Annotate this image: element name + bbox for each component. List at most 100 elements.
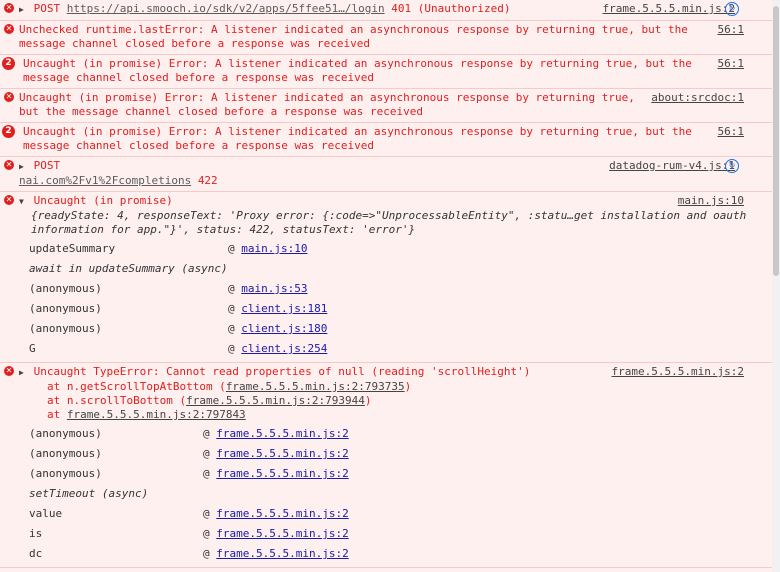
console-message-uncaught-promise-object[interactable]: ✕ ▼ Uncaught (in promise) main.js:10 {re…	[0, 192, 772, 363]
at-symbol: @	[228, 322, 242, 335]
message-text-line: message channel closed before a response…	[23, 71, 374, 84]
stack-frame-link[interactable]: frame.5.5.5.min.js:2	[216, 467, 348, 480]
console-message-uncaught-promise-srcdoc[interactable]: ✕ Uncaught (in promise) Error: A listene…	[0, 89, 772, 123]
request-method: POST	[33, 2, 61, 15]
at-symbol: @	[203, 447, 217, 460]
stack-frame-location: @ client.js:254	[228, 339, 327, 359]
stack-frame: is @ frame.5.5.5.min.js:2	[23, 524, 772, 544]
console-message-post-login[interactable]: ✕ ▶ POST https://api.smooch.io/sdk/v2/ap…	[0, 0, 772, 21]
stack-frame-location: @ frame.5.5.5.min.js:2	[203, 424, 349, 444]
message-source-link[interactable]: about:srcdoc:1	[651, 91, 744, 105]
message-text-line: message channel closed before a response…	[23, 139, 374, 152]
stack-frame-link[interactable]: main.js:10	[241, 242, 307, 255]
trace-line: at frame.5.5.5.min.js:2:797843	[47, 408, 772, 422]
message-source-link[interactable]: 56:1	[718, 57, 745, 71]
request-status: 422	[197, 174, 218, 187]
request-url-link[interactable]: nai.com%2Fv1%2Fcompletions	[19, 174, 191, 187]
console-message-post-completions[interactable]: ✕ ▶ POST nai.com%2Fv1%2Fcompletions 422 …	[0, 157, 772, 192]
message-source-link[interactable]: datadog-rum-v4.js:1	[609, 159, 735, 173]
stack-frame-location: @ main.js:10	[228, 239, 307, 259]
stack-frame: value @ frame.5.5.5.min.js:2	[23, 504, 772, 524]
object-preview[interactable]: {readyState: 4, responseText: 'Proxy err…	[19, 209, 772, 237]
async-stack-separator: setTimeout (async)	[23, 484, 772, 504]
error-icon: ✕	[4, 160, 14, 170]
expand-triangle-icon[interactable]: ▶	[19, 160, 27, 174]
stack-frame: (anonymous) @ main.js:53	[23, 279, 772, 299]
error-icon: ✕	[4, 92, 14, 102]
message-source-link[interactable]: 56:1	[718, 23, 745, 37]
at-symbol: @	[203, 427, 217, 440]
error-icon: ✕	[4, 24, 14, 34]
request-url-link[interactable]: https://api.smooch.io/sdk/v2/apps/5ffee5…	[67, 2, 385, 15]
console-message-runtime-lasterror[interactable]: ✕ Unchecked runtime.lastError: A listene…	[0, 21, 772, 55]
stack-frame-location: @ frame.5.5.5.min.js:2	[203, 464, 349, 484]
stack-frame: (anonymous) @ client.js:180	[23, 319, 772, 339]
at-symbol: @	[203, 527, 217, 540]
scrollbar-thumb[interactable]	[773, 6, 779, 276]
call-stack: updateSummary @ main.js:10 await in update…	[19, 239, 772, 359]
collapse-triangle-icon[interactable]: ▼	[19, 195, 27, 209]
message-title: Uncaught TypeError: Cannot read properti…	[33, 365, 531, 378]
stack-frame-location: @ frame.5.5.5.min.js:2	[203, 444, 349, 464]
trace-link[interactable]: frame.5.5.5.min.js:2:797843	[67, 408, 246, 421]
at-symbol: @	[203, 547, 217, 560]
stack-frame: (anonymous) @ frame.5.5.5.min.js:2	[23, 444, 772, 464]
object-preview-line: {readyState: 4, responseText: 'Proxy err…	[31, 209, 747, 222]
collapse-triangle-icon[interactable]: ▶	[19, 366, 27, 380]
stack-frame-link[interactable]: frame.5.5.5.min.js:2	[216, 547, 348, 560]
stack-frame-link[interactable]: frame.5.5.5.min.js:2	[216, 447, 348, 460]
stack-frame-function: (anonymous)	[29, 302, 102, 315]
repeat-count-badge: 2	[2, 57, 15, 70]
at-symbol: @	[228, 242, 242, 255]
console-message-type-error[interactable]: ✕ ▶ Uncaught TypeError: Cannot read prop…	[0, 363, 772, 568]
stack-frame: (anonymous) @ frame.5.5.5.min.js:2	[23, 424, 772, 444]
stack-frame-function: (anonymous)	[29, 467, 102, 480]
error-icon: ✕	[4, 366, 14, 376]
error-trace: at n.getScrollTopAtBottom (frame.5.5.5.m…	[19, 380, 772, 422]
stack-frame-function: (anonymous)	[29, 447, 102, 460]
message-source-link[interactable]: 56:1	[718, 125, 745, 139]
error-icon: ✕	[4, 3, 14, 13]
call-stack: (anonymous) @ frame.5.5.5.min.js:2 (anonym…	[19, 424, 772, 564]
at-symbol: @	[203, 507, 217, 520]
at-symbol: @	[228, 302, 242, 315]
request-method: POST	[33, 159, 61, 172]
stack-frame: (anonymous) @ frame.5.5.5.min.js:2	[23, 464, 772, 484]
trace-link[interactable]: frame.5.5.5.min.js:2:793735	[226, 380, 405, 393]
network-request-icon[interactable]: ↻	[725, 2, 739, 16]
stack-frame-function: updateSummary	[29, 242, 116, 255]
at-symbol: @	[203, 467, 217, 480]
stack-frame-function: (anonymous)	[29, 322, 102, 335]
console-message-uncaught-promise-grouped[interactable]: 2 Uncaught (in promise) Error: A listene…	[0, 123, 772, 157]
console-message-uncaught-promise-grouped[interactable]: 2 Uncaught (in promise) Error: A listene…	[0, 55, 772, 89]
message-title: Uncaught (in promise)	[33, 194, 173, 207]
at-symbol: @	[228, 282, 242, 295]
trace-prefix: at	[47, 408, 67, 421]
stack-frame-link[interactable]: frame.5.5.5.min.js:2	[216, 427, 348, 440]
expand-triangle-icon[interactable]: ▶	[19, 3, 27, 17]
stack-frame-function: await in updateSummary (async)	[29, 262, 228, 275]
stack-frame-function: (anonymous)	[29, 282, 102, 295]
stack-frame-location: @ client.js:180	[228, 319, 327, 339]
trace-link[interactable]: frame.5.5.5.min.js:2:793944	[186, 394, 365, 407]
message-source-link[interactable]: main.js:10	[678, 194, 744, 208]
stack-frame-link[interactable]: frame.5.5.5.min.js:2	[216, 507, 348, 520]
stack-frame-location: @ frame.5.5.5.min.js:2	[203, 544, 349, 564]
message-text-line: message channel closed before a response…	[19, 37, 370, 50]
trace-suffix: )	[364, 394, 372, 407]
network-request-icon[interactable]: ↻	[725, 159, 739, 173]
message-text-line: Unchecked runtime.lastError: A listener …	[19, 23, 688, 36]
stack-frame-link[interactable]: main.js:53	[241, 282, 307, 295]
stack-frame-location: @ frame.5.5.5.min.js:2	[203, 524, 349, 544]
message-source-link[interactable]: frame.5.5.5.min.js:2	[603, 2, 735, 16]
stack-frame-link[interactable]: client.js:181	[241, 302, 327, 315]
console-scrollbar[interactable]	[772, 0, 780, 572]
stack-frame-link[interactable]: client.js:180	[241, 322, 327, 335]
error-icon: ✕	[4, 195, 14, 205]
stack-frame-link[interactable]: client.js:254	[241, 342, 327, 355]
stack-frame-location: @ client.js:181	[228, 299, 327, 319]
stack-frame-link[interactable]: frame.5.5.5.min.js:2	[216, 527, 348, 540]
stack-frame-location: @ main.js:53	[228, 279, 307, 299]
object-preview-line: information for app."}', status: 422, st…	[31, 223, 416, 236]
message-source-link[interactable]: frame.5.5.5.min.js:2	[612, 365, 744, 379]
